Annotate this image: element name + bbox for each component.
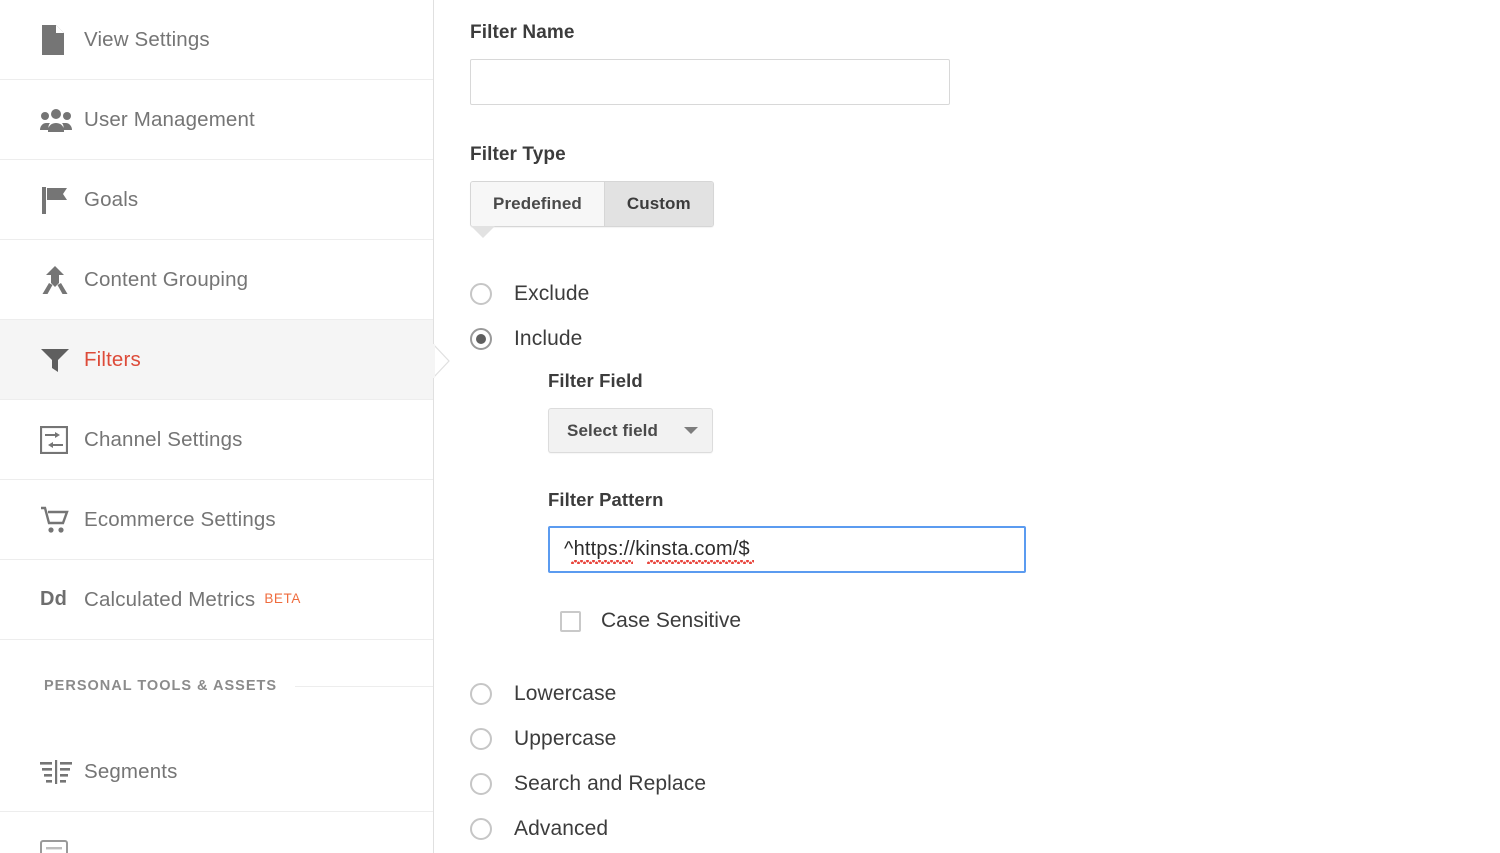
radio-row-exclude[interactable]: Exclude xyxy=(470,271,1500,316)
sidebar-section-divider xyxy=(295,686,433,687)
filter-mode-radio-group: Lowercase Uppercase Search and Replace A… xyxy=(470,671,1500,851)
filter-name-label: Filter Name xyxy=(470,22,1500,44)
filter-name-block: Filter Name xyxy=(470,22,1500,105)
radio-label-exclude: Exclude xyxy=(514,282,589,306)
radio-advanced[interactable] xyxy=(470,818,492,840)
radio-row-uppercase[interactable]: Uppercase xyxy=(470,716,1500,761)
sidebar-item-label: Segments xyxy=(84,760,178,784)
sidebar-item-view-settings[interactable]: View Settings xyxy=(0,0,433,80)
segments-icon xyxy=(40,760,84,784)
analytics-filter-settings-screen: View Settings User Management xyxy=(0,0,1500,853)
sidebar-section-header: PERSONAL TOOLS & ASSETS xyxy=(0,640,433,732)
filter-type-block: Filter Type Predefined Custom xyxy=(470,144,1500,227)
include-options: Filter Field Select field Filter Pattern… xyxy=(470,361,1500,633)
radio-search-and-replace[interactable] xyxy=(470,773,492,795)
radio-exclude[interactable] xyxy=(470,283,492,305)
radio-row-advanced[interactable]: Advanced xyxy=(470,806,1500,851)
filter-pattern-input[interactable] xyxy=(548,526,1026,573)
radio-label-advanced: Advanced xyxy=(514,817,608,841)
sidebar-item-label: User Management xyxy=(84,108,255,132)
flag-icon xyxy=(40,185,84,215)
sidebar-item-label: Channel Settings xyxy=(84,428,243,452)
sidebar-item-label: Calculated Metrics xyxy=(84,588,255,612)
document-icon xyxy=(40,25,84,55)
radio-label-uppercase: Uppercase xyxy=(514,727,616,751)
beta-badge: BETA xyxy=(264,591,301,606)
tab-custom[interactable]: Custom xyxy=(604,182,713,226)
chevron-down-icon xyxy=(684,427,698,434)
sidebar-item-user-management[interactable]: User Management xyxy=(0,80,433,160)
funnel-icon xyxy=(40,345,84,375)
settings-sidebar: View Settings User Management xyxy=(0,0,434,853)
filter-field-select[interactable]: Select field xyxy=(548,408,713,453)
radio-label-search-and-replace: Search and Replace xyxy=(514,772,706,796)
radio-row-lowercase[interactable]: Lowercase xyxy=(470,671,1500,716)
dd-text-icon: Dd xyxy=(40,588,84,611)
radio-row-search-and-replace[interactable]: Search and Replace xyxy=(470,761,1500,806)
filter-type-tabs: Predefined Custom xyxy=(470,181,714,227)
radio-label-include: Include xyxy=(514,327,582,351)
sidebar-item-label: Ecommerce Settings xyxy=(84,508,276,532)
radio-row-include[interactable]: Include xyxy=(470,316,1500,361)
sidebar-item-goals[interactable]: Goals xyxy=(0,160,433,240)
filter-field-label: Filter Field xyxy=(548,370,1500,392)
radio-lowercase[interactable] xyxy=(470,683,492,705)
filter-name-input[interactable] xyxy=(470,59,950,105)
sidebar-item-label: View Settings xyxy=(84,28,210,52)
filter-direction-radio-group: Exclude Include Filter Field Select fiel… xyxy=(470,271,1500,851)
merge-arrow-icon xyxy=(40,265,84,295)
people-icon xyxy=(40,108,84,132)
filter-type-label: Filter Type xyxy=(470,144,1500,166)
selected-tab-notch xyxy=(471,226,495,238)
sidebar-item-content-grouping[interactable]: Content Grouping xyxy=(0,240,433,320)
filter-form-panel: Filter Name Filter Type Predefined Custo… xyxy=(434,0,1500,853)
sidebar-item-filters[interactable]: Filters xyxy=(0,320,433,400)
case-sensitive-checkbox[interactable] xyxy=(560,611,581,632)
radio-label-lowercase: Lowercase xyxy=(514,682,616,706)
shopping-cart-icon xyxy=(40,506,84,534)
filter-pattern-label: Filter Pattern xyxy=(548,489,1500,511)
sidebar-item-label: Content Grouping xyxy=(84,268,248,292)
sidebar-section-header-label: PERSONAL TOOLS & ASSETS xyxy=(44,678,277,694)
sidebar-item-channel-settings[interactable]: Channel Settings xyxy=(0,400,433,480)
sidebar-item-ecommerce-settings[interactable]: Ecommerce Settings xyxy=(0,480,433,560)
filter-pattern-input-wrap xyxy=(548,526,1026,573)
radio-uppercase[interactable] xyxy=(470,728,492,750)
channel-box-icon xyxy=(40,426,84,454)
sidebar-item-calculated-metrics[interactable]: Dd Calculated Metrics BETA xyxy=(0,560,433,640)
sidebar-item-label: Goals xyxy=(84,188,138,212)
radio-include[interactable] xyxy=(470,328,492,350)
case-sensitive-label: Case Sensitive xyxy=(601,609,741,633)
sidebar-item-segments[interactable]: Segments xyxy=(0,732,433,812)
tab-predefined[interactable]: Predefined xyxy=(471,182,604,226)
sidebar-item-label: Filters xyxy=(84,348,141,372)
case-sensitive-row[interactable]: Case Sensitive xyxy=(548,609,1500,633)
filter-field-select-value: Select field xyxy=(567,421,658,441)
annotations-icon xyxy=(40,840,84,853)
sidebar-item-annotations[interactable] xyxy=(0,812,433,853)
